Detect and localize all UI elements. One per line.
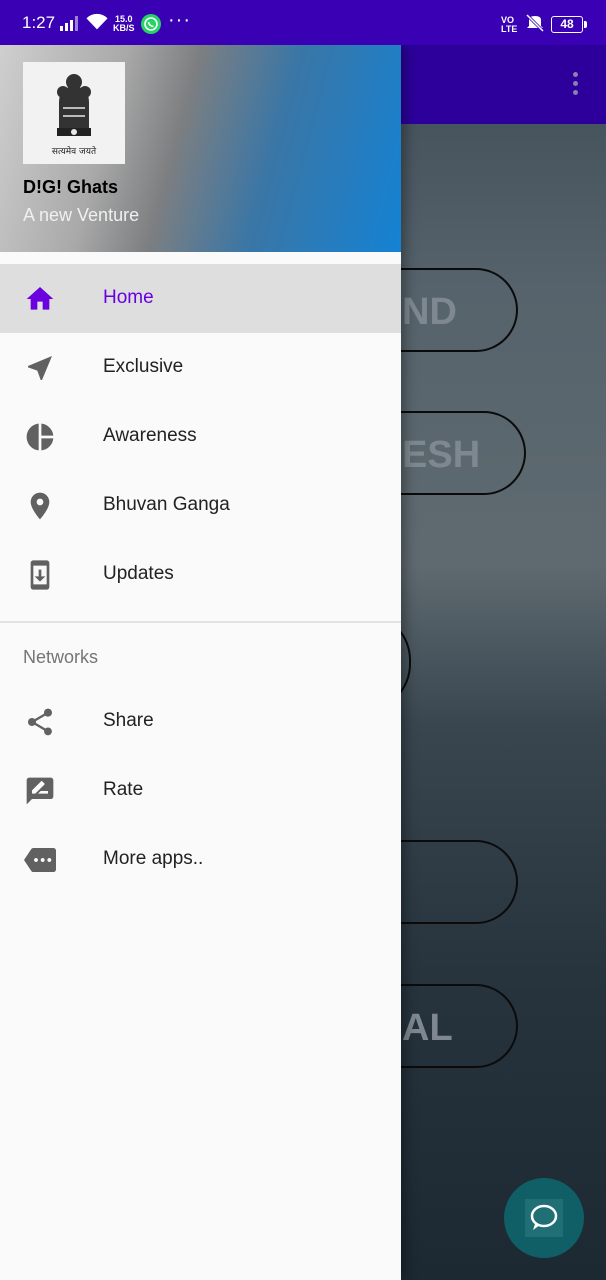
drawer-item-label: Bhuvan Ganga bbox=[103, 494, 230, 515]
state-button-2-label: ESH bbox=[402, 434, 481, 476]
drawer-item-bhuvan-ganga[interactable]: Bhuvan Ganga bbox=[0, 471, 401, 540]
drawer-item-label: More apps.. bbox=[103, 848, 204, 869]
status-time: 1:27 bbox=[22, 13, 56, 32]
rate-review-icon bbox=[26, 777, 54, 805]
drawer-item-updates[interactable]: Updates bbox=[0, 540, 401, 609]
drawer-item-share[interactable]: Share bbox=[0, 687, 401, 756]
network-speed-unit: KB/S bbox=[113, 23, 135, 33]
drawer-item-label: Exclusive bbox=[103, 356, 184, 377]
navigation-arrow-icon bbox=[28, 356, 52, 380]
drawer-item-more-apps[interactable]: More apps.. bbox=[0, 825, 401, 894]
more-apps-icon bbox=[24, 848, 56, 872]
overflow-menu-icon[interactable] bbox=[565, 70, 585, 100]
drawer-section-title: Networks bbox=[23, 647, 99, 667]
home-icon bbox=[26, 287, 54, 310]
whatsapp-icon bbox=[141, 14, 161, 34]
drawer-app-name: D!G! Ghats bbox=[23, 177, 119, 197]
pie-chart-icon bbox=[26, 423, 54, 451]
drawer-item-label: Rate bbox=[103, 779, 144, 800]
drawer-menu: Home Exclusive Awareness Bhuvan Ganga Up… bbox=[0, 264, 401, 894]
drawer-app-subtitle: A new Venture bbox=[23, 205, 140, 225]
signal-icon bbox=[60, 16, 78, 31]
mute-vibrate-icon bbox=[525, 14, 545, 32]
state-button-5-label: AL bbox=[402, 1007, 453, 1049]
chat-fab[interactable] bbox=[504, 1178, 584, 1258]
drawer-item-rate[interactable]: Rate bbox=[0, 756, 401, 825]
drawer-network-menu: Share Rate More apps.. bbox=[0, 687, 401, 894]
volte-bottom: LTE bbox=[501, 24, 518, 34]
wifi-icon bbox=[86, 13, 108, 30]
navigation-drawer: सत्यमेव जयते D!G! Ghats A new Venture Ho… bbox=[0, 45, 401, 1280]
location-pin-icon bbox=[30, 492, 50, 520]
battery-indicator: 48 bbox=[551, 16, 587, 33]
drawer-item-label: Home bbox=[103, 287, 154, 308]
chat-icon bbox=[525, 1199, 563, 1237]
drawer-section-header: Networks bbox=[0, 623, 401, 683]
national-emblem-logo: सत्यमेव जयते bbox=[23, 62, 125, 164]
drawer-header: सत्यमेव जयते D!G! Ghats A new Venture bbox=[0, 45, 401, 252]
drawer-item-home[interactable]: Home bbox=[0, 264, 401, 333]
share-icon bbox=[28, 708, 52, 736]
status-bar: 1:27 15.0 KB/S ··· VO LTE 48 bbox=[0, 0, 606, 45]
drawer-item-label: Share bbox=[103, 710, 154, 731]
phone-download-icon bbox=[30, 560, 50, 590]
drawer-item-label: Awareness bbox=[103, 425, 197, 446]
status-more-icon: ··· bbox=[168, 9, 191, 31]
network-speed: 15.0 KB/S bbox=[113, 15, 135, 33]
emblem-caption: सत्यमेव जयते bbox=[52, 145, 97, 157]
drawer-item-label: Updates bbox=[103, 563, 174, 584]
volte-indicator: VO LTE bbox=[501, 16, 517, 34]
drawer-item-exclusive[interactable]: Exclusive bbox=[0, 333, 401, 402]
state-button-1-label: ND bbox=[402, 291, 457, 333]
drawer-item-awareness[interactable]: Awareness bbox=[0, 402, 401, 471]
